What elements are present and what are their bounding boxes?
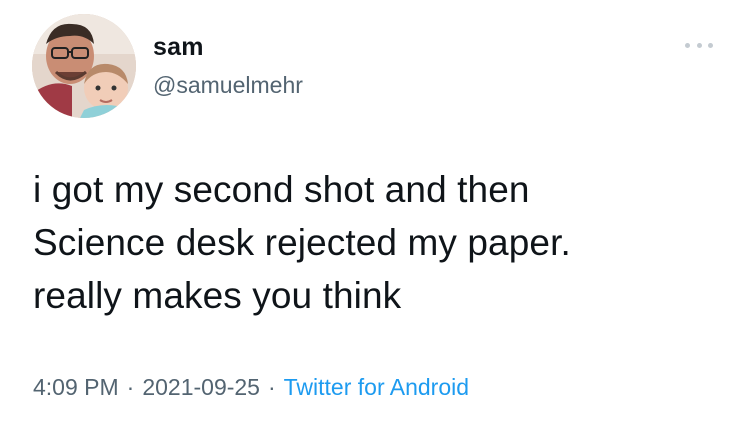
display-name[interactable]: sam [153, 33, 204, 62]
tweet-text-line: i got my second shot and then [33, 169, 530, 210]
avatar-photo [32, 14, 136, 118]
tweet-text: i got my second shot and then Science de… [33, 163, 723, 322]
more-dot [685, 42, 690, 48]
user-handle[interactable]: @samuelmehr [153, 72, 303, 99]
meta-separator: · [126, 374, 135, 400]
tweet-text-line: really makes you think [33, 275, 402, 316]
tweet-time[interactable]: 4:09 PM [33, 374, 119, 400]
tweet-metadata: 4:09 PM · 2021-09-25 · Twitter for Android [33, 374, 469, 401]
tweet-source-link[interactable]: Twitter for Android [284, 374, 469, 400]
meta-separator: · [267, 374, 276, 400]
avatar[interactable] [32, 14, 136, 118]
tweet-text-line: Science desk rejected my paper. [33, 222, 571, 263]
more-icon[interactable] [685, 40, 713, 50]
tweet-card: sam @samuelmehr i got my second shot and… [0, 0, 750, 424]
more-dot [708, 42, 713, 48]
tweet-date[interactable]: 2021-09-25 [142, 374, 260, 400]
more-dot [696, 42, 702, 48]
